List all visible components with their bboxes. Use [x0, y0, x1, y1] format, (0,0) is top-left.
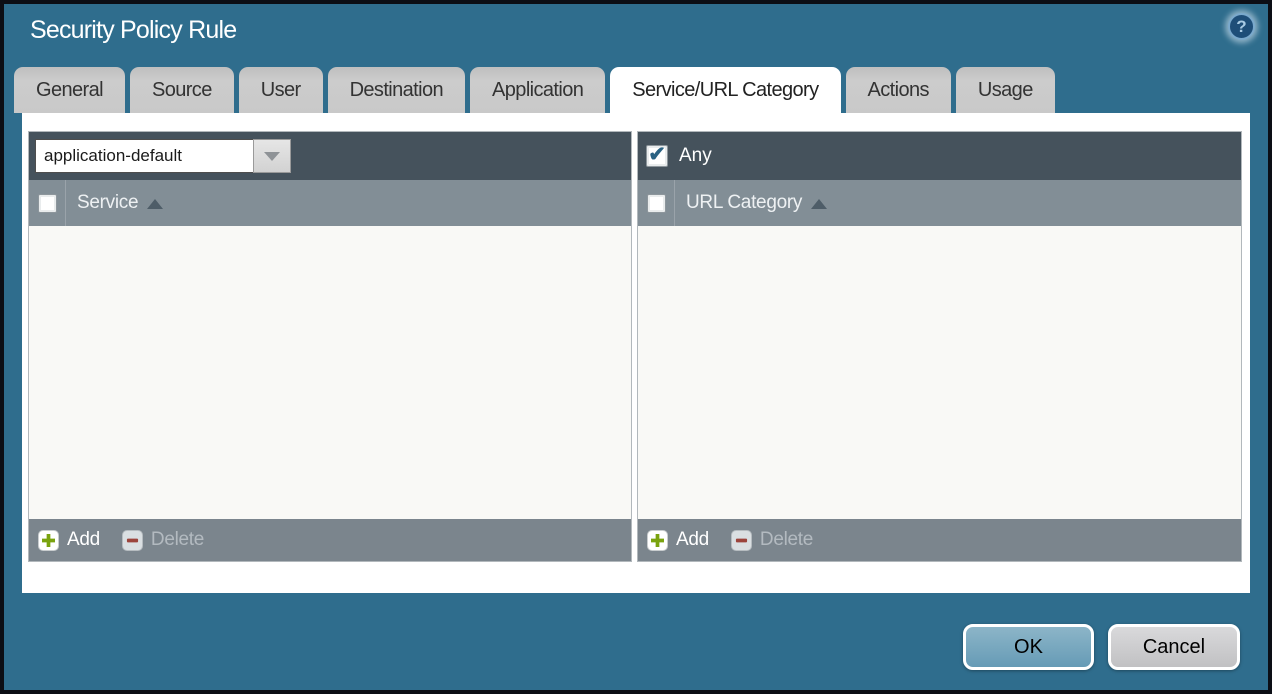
minus-icon — [122, 530, 143, 551]
tab-usage[interactable]: Usage — [956, 67, 1055, 113]
url-category-column-header: URL Category — [638, 180, 1241, 226]
url-category-add-button[interactable]: Add — [647, 529, 709, 551]
checkmark-icon: ✔ — [648, 144, 666, 165]
add-button-label: Add — [676, 529, 709, 551]
any-checkbox-label[interactable]: Any — [679, 145, 712, 167]
window-frame: Security Policy Rule ? General Source Us… — [0, 0, 1272, 694]
tab-destination[interactable]: Destination — [328, 67, 465, 113]
any-checkbox[interactable]: ✔ — [646, 145, 668, 167]
url-category-panel: ✔ Any URL Category — [637, 131, 1242, 562]
plus-icon — [647, 530, 668, 551]
url-category-select-all-checkbox[interactable] — [647, 194, 666, 213]
service-panel: Service Add Delete — [28, 131, 632, 562]
tab-user[interactable]: User — [239, 67, 323, 113]
dialog-title: Security Policy Rule — [30, 16, 236, 45]
tab-actions[interactable]: Actions — [846, 67, 951, 113]
tab-application[interactable]: Application — [470, 67, 605, 113]
sort-asc-icon[interactable] — [811, 199, 827, 209]
service-panel-footer: Add Delete — [29, 519, 631, 561]
url-category-column-label[interactable]: URL Category — [686, 192, 802, 214]
chevron-down-icon — [264, 152, 280, 161]
service-delete-button[interactable]: Delete — [122, 529, 204, 551]
service-type-dropdown — [35, 139, 291, 173]
tab-bar: General Source User Destination Applicat… — [14, 67, 1055, 113]
cancel-button[interactable]: Cancel — [1108, 624, 1240, 670]
tab-service-url-category[interactable]: Service/URL Category — [610, 67, 840, 113]
tab-content-area: Service Add Delete — [22, 113, 1250, 593]
security-policy-rule-dialog: Security Policy Rule ? General Source Us… — [4, 4, 1268, 690]
url-category-delete-button[interactable]: Delete — [731, 529, 813, 551]
delete-button-label: Delete — [760, 529, 813, 551]
delete-button-label: Delete — [151, 529, 204, 551]
service-select-all-checkbox[interactable] — [38, 194, 57, 213]
service-list-body — [29, 226, 631, 519]
url-category-panel-footer: Add Delete — [638, 519, 1241, 561]
service-type-input[interactable] — [35, 139, 253, 173]
tab-general[interactable]: General — [14, 67, 125, 113]
url-category-select-all-cell — [638, 180, 675, 226]
add-button-label: Add — [67, 529, 100, 551]
service-select-all-cell — [29, 180, 66, 226]
service-panel-header — [29, 132, 631, 180]
url-category-panel-header: ✔ Any — [638, 132, 1241, 180]
service-type-dropdown-button[interactable] — [253, 139, 291, 173]
tab-source[interactable]: Source — [130, 67, 234, 113]
ok-button[interactable]: OK — [963, 624, 1094, 670]
service-column-header: Service — [29, 180, 631, 226]
url-category-list-body — [638, 226, 1241, 519]
sort-asc-icon[interactable] — [147, 199, 163, 209]
service-column-label[interactable]: Service — [77, 192, 138, 214]
help-icon[interactable]: ? — [1228, 13, 1255, 40]
service-add-button[interactable]: Add — [38, 529, 100, 551]
plus-icon — [38, 530, 59, 551]
minus-icon — [731, 530, 752, 551]
